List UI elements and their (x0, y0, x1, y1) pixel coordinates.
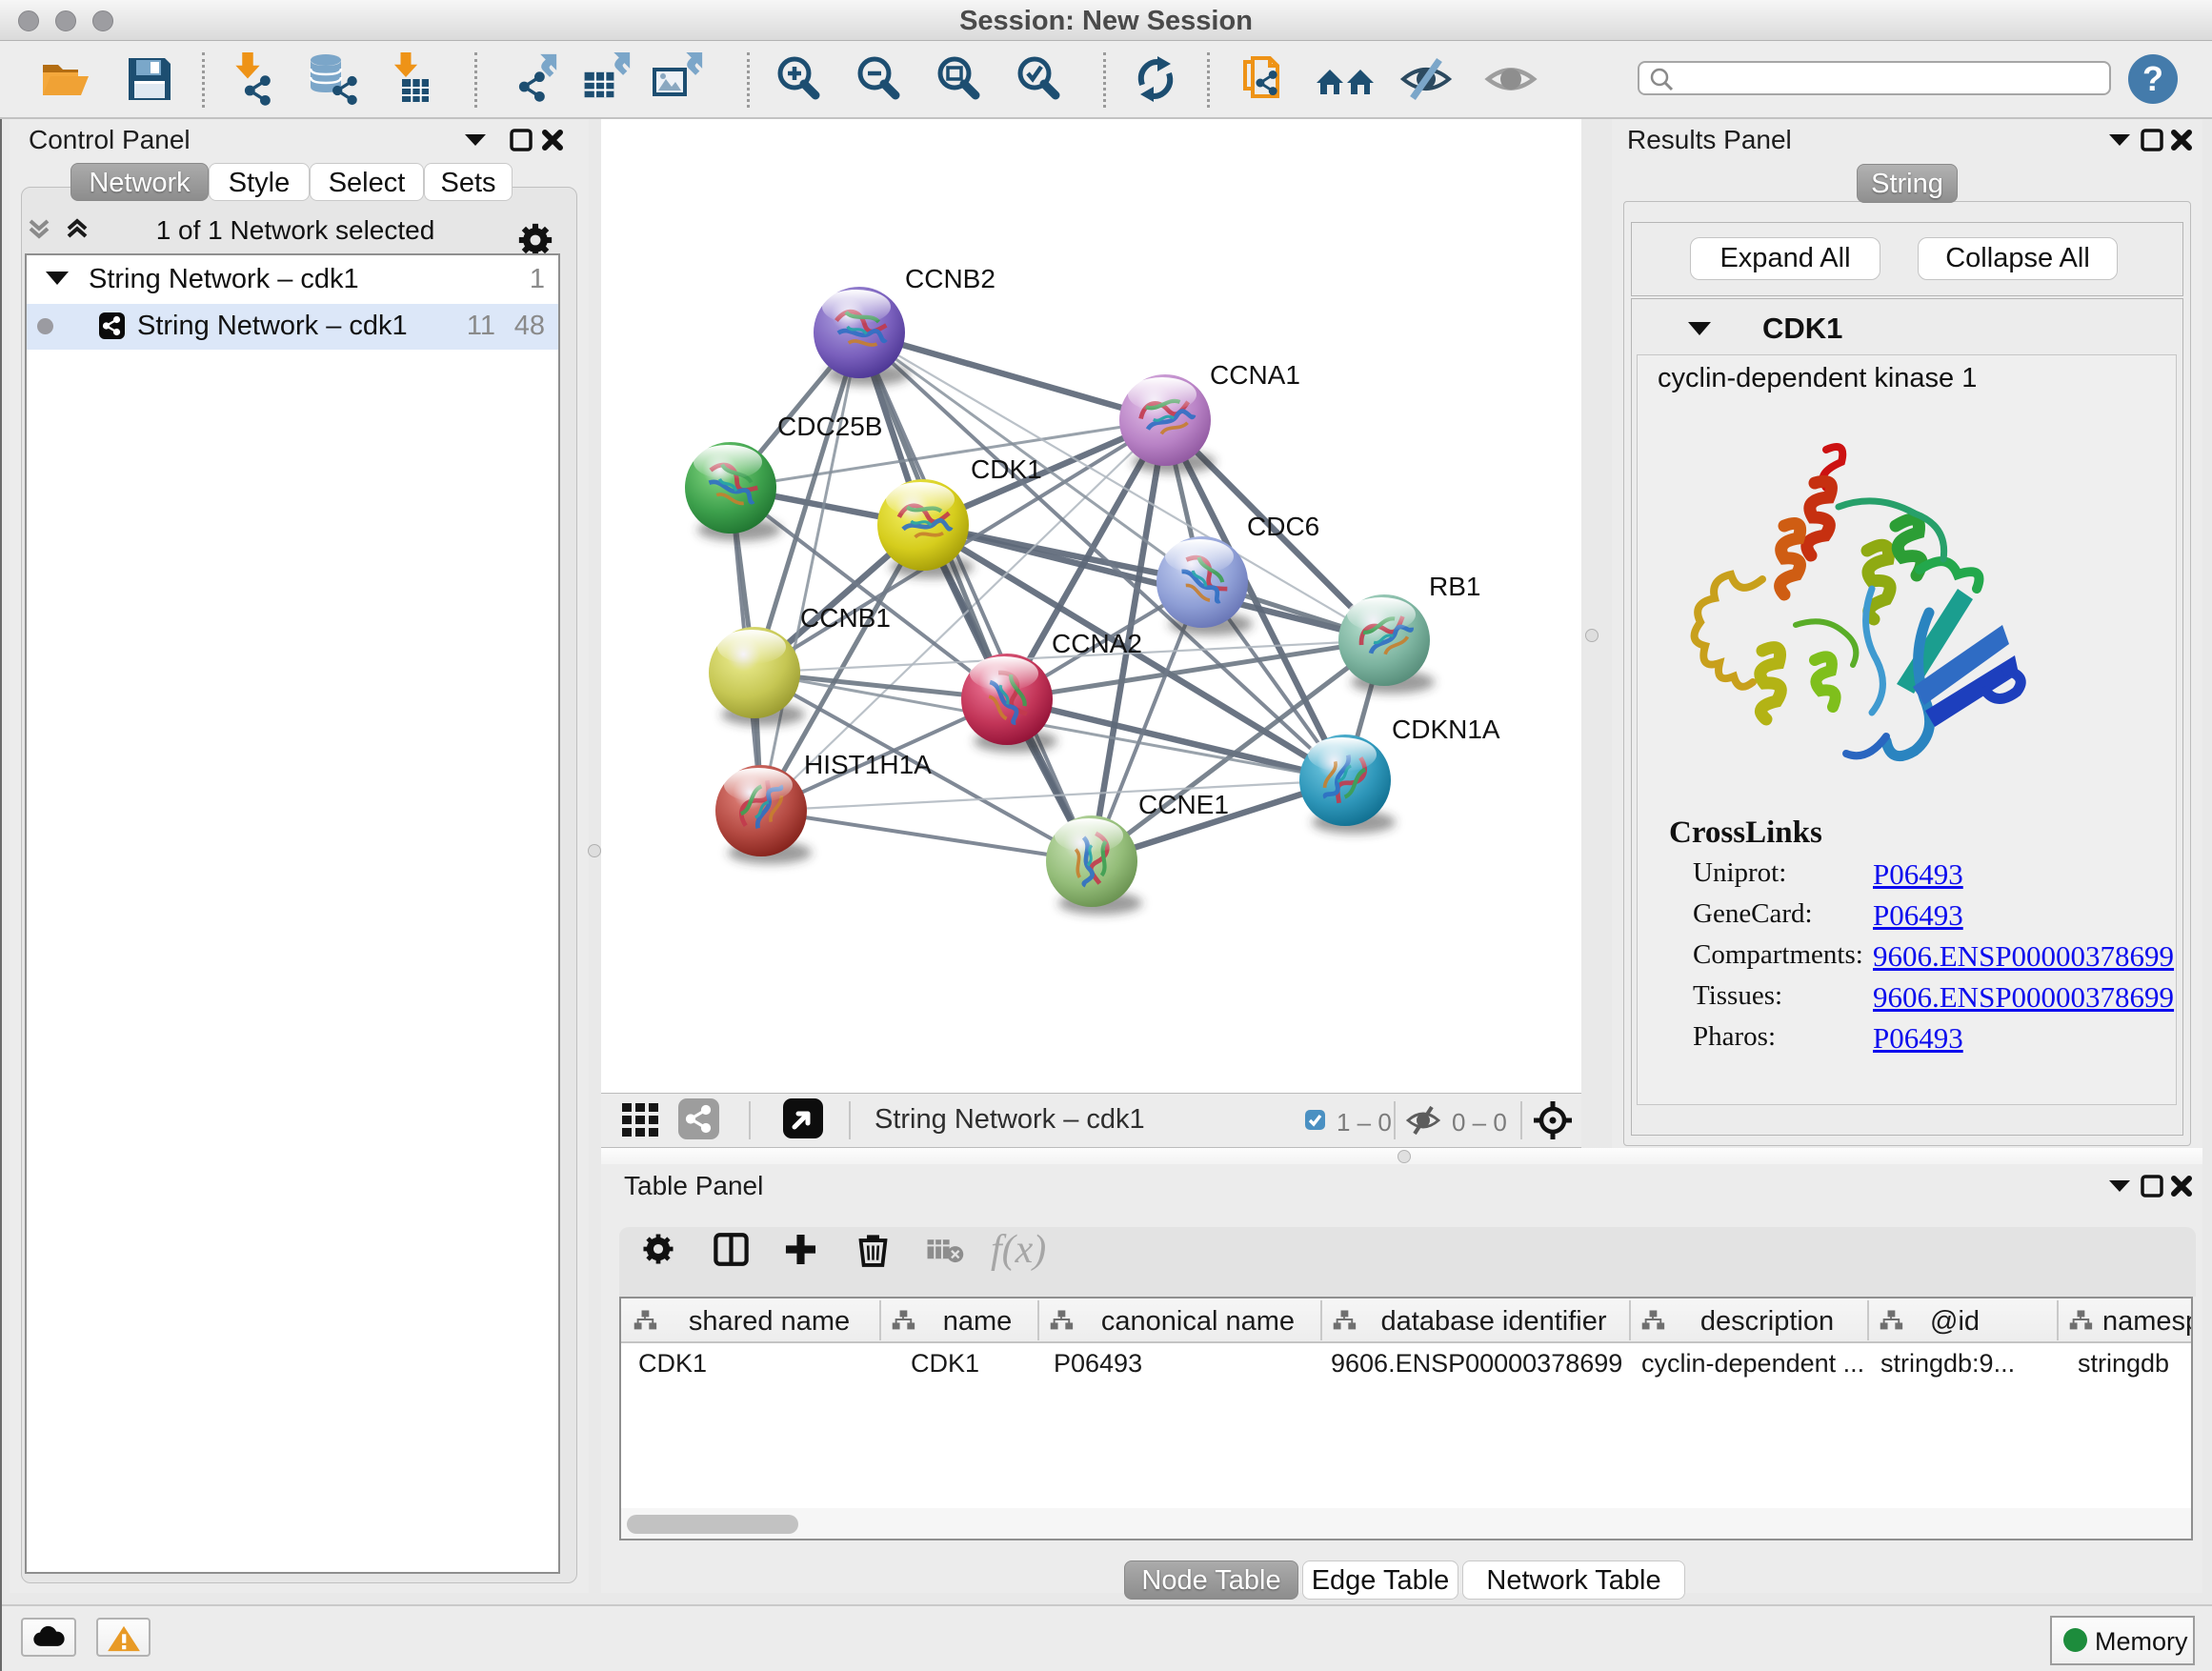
svg-text:CCNE1: CCNE1 (1138, 790, 1229, 819)
svg-text:CDC6: CDC6 (1247, 512, 1319, 541)
svg-text:CDK1: CDK1 (971, 454, 1042, 484)
svg-text:RB1: RB1 (1429, 572, 1480, 601)
svg-text:HIST1H1A: HIST1H1A (804, 750, 932, 779)
svg-text:CCNB2: CCNB2 (905, 264, 995, 293)
svg-text:CCNA2: CCNA2 (1052, 629, 1142, 658)
svg-text:CDC25B: CDC25B (777, 412, 882, 441)
svg-text:CDKN1A: CDKN1A (1392, 715, 1500, 744)
svg-text:CCNB1: CCNB1 (800, 603, 891, 633)
svg-text:CCNA1: CCNA1 (1210, 360, 1300, 390)
